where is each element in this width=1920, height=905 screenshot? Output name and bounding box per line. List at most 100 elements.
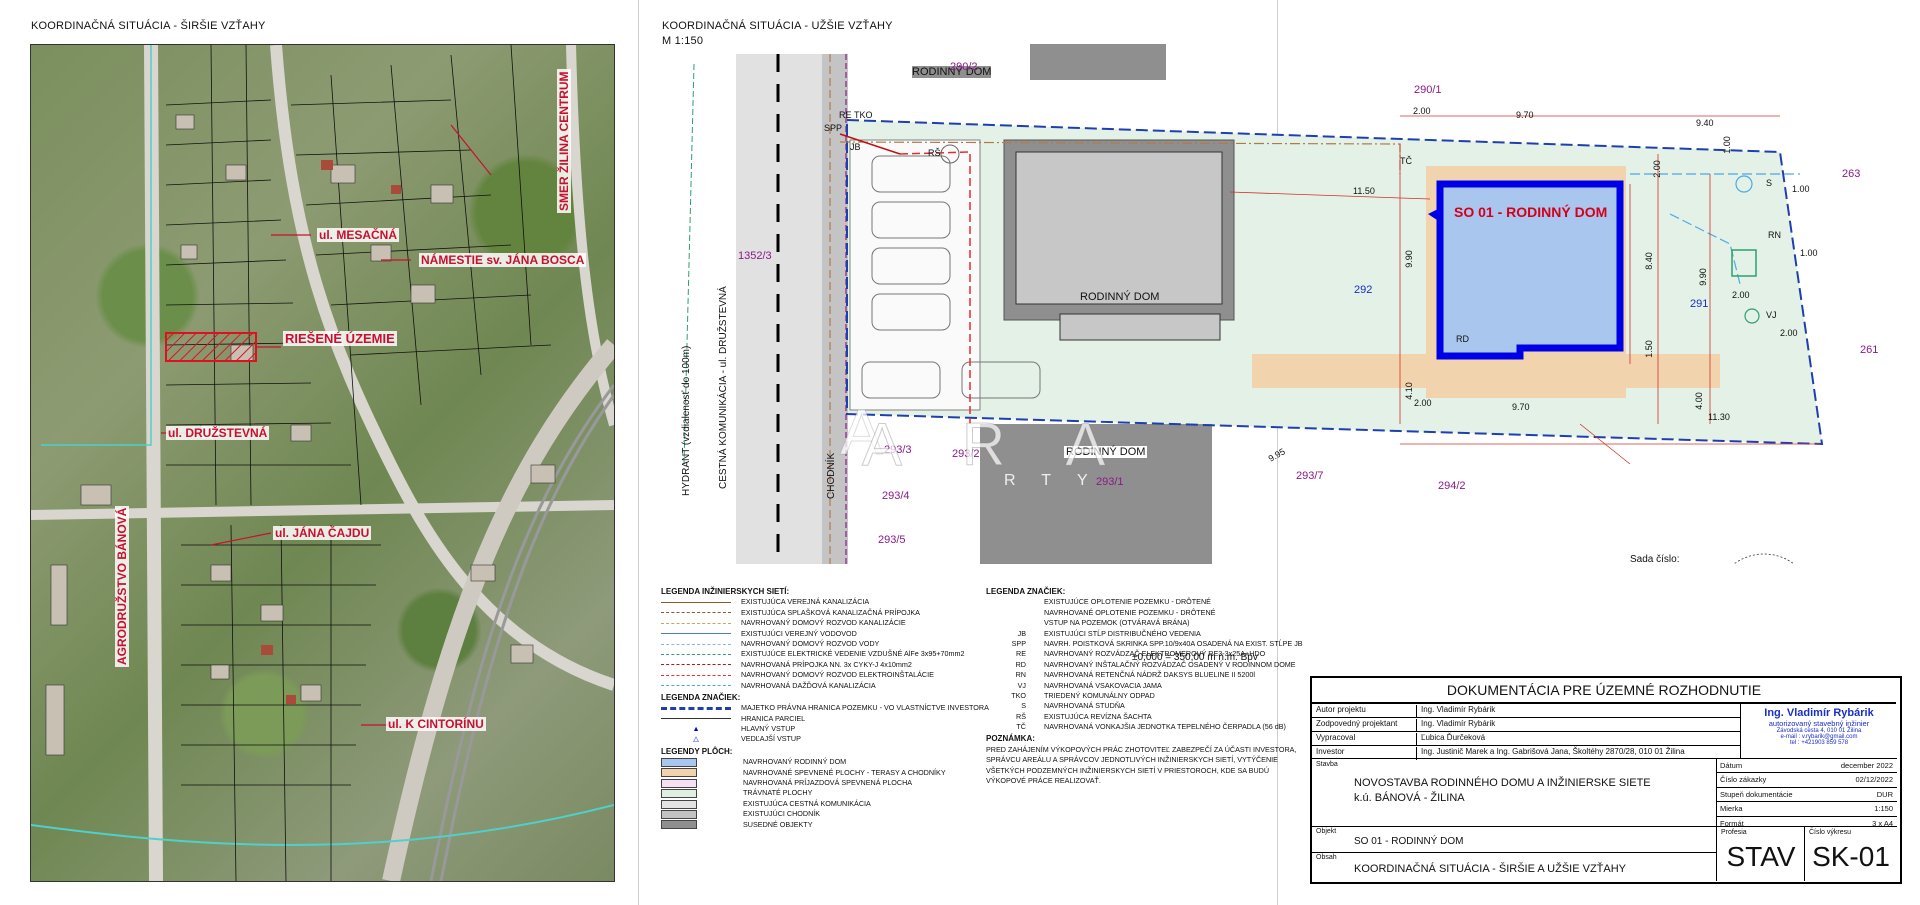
legend-sign-row: S NAVRHOVANÁ STUDŇA [986, 701, 1303, 711]
label-hydrant: HYDRANT (vzdialenosť do 100m) [681, 345, 692, 496]
info-value: december 2022 [1840, 761, 1893, 770]
wm-3: A [1065, 411, 1106, 479]
dim-200e: 2.00 [1732, 290, 1750, 300]
title-block-row: Zodpovedný projektant Ing. Vladimír Rybár… [1312, 718, 1740, 732]
dim-150: 1.50 [1643, 340, 1654, 358]
label-ul-mesacna: ul. MESAČNÁ [317, 228, 399, 242]
label-so01: SO 01 - RODINNÝ DOM [1454, 204, 1608, 220]
legend-sign-row: EXISTUJÚCE OPLOTENIE POZEMKU - DRÔTENÉ [986, 597, 1303, 607]
dim-200c: 2.00 [1414, 398, 1432, 408]
legend-network-row: NAVRHOVANÝ DOMOVÝ ROZVOD ELEKTROINŠTALÁC… [661, 670, 989, 680]
firm-box: Ing. Vladimír Rybárik autorizovaný stave… [1740, 704, 1897, 758]
dim-1130: 11.30 [1708, 412, 1730, 422]
legend-area-swatch [661, 809, 697, 819]
dim-970a: 9.70 [1516, 110, 1534, 120]
objekt-label: Objekt [1316, 828, 1337, 835]
stavba-line1: NOVOSTAVBA RODINNÉHO DOMU A INŽINIERSKE … [1354, 777, 1651, 789]
legend-sign-code: JB [1017, 628, 1026, 638]
legend-network-row: NAVRHOVANÁ PRÍPOJKA NN. 3x CYKY-J 4x10mm… [661, 660, 989, 670]
title-block-row-value: Ing. Vladimír Rybárik [1416, 705, 1495, 718]
note-title: POZNÁMKA: [986, 734, 1035, 744]
info-row: Mierka 1:150 [1717, 802, 1897, 817]
title-block-row-label: Vypracoval [1316, 733, 1356, 742]
stavba-line2: k.ú. BÁNOVÁ - ŽILINA [1354, 792, 1465, 804]
profesia-box: Profesia STAV [1716, 826, 1805, 881]
legend-sign-row: TKO TRIEDENÝ KOMUNÁLNY ODPAD [986, 691, 1303, 701]
label-agrodruzstvo: AGRODRUŽSTVO BÁNOVÁ [115, 505, 129, 667]
parcel-290-2: 290/2 [950, 61, 978, 73]
firm-tel: tel : +421903 859 578 [1789, 740, 1849, 746]
legend-sign-text: NAVRHOVANÝ INŠTALAČNÝ ROZVÁDZAČ OSADENÝ … [1044, 659, 1296, 669]
left-panel-title: KOORDINAČNÁ SITUÁCIA - ŠIRŠIE VZŤAHY [31, 20, 266, 32]
info-value: 1:150 [1874, 804, 1893, 814]
label-rs: RŠ [928, 148, 941, 158]
cislo-value: SK-01 [1812, 841, 1890, 872]
legend-network-text: EXISTUJÚCE ELEKTRICKÉ VEDENIE VZDUŠNÉ Al… [741, 649, 965, 659]
label-tc: TČ [1400, 156, 1412, 166]
label-road: CESTNÁ KOMUNIKÁCIA - ul. DRUŽSTEVNÁ [718, 286, 729, 489]
dim-200b: 2.00 [1651, 160, 1662, 178]
label-spp: SPP [824, 123, 843, 133]
title-block-row-label: Investor [1316, 747, 1345, 756]
label-rd-point: RD [1456, 334, 1469, 344]
legend-networks-title: LEGENDA INŽINIERSKYCH SIETÍ: [661, 587, 790, 596]
legend-line-swatch [661, 664, 731, 666]
profesia-value: STAV [1726, 841, 1796, 872]
info-label: Mierka [1720, 804, 1743, 814]
firm-role: autorizovaný stavebný inžinier [1768, 719, 1870, 728]
legend-area-swatch [661, 789, 697, 799]
legend-sign-code: S [1021, 701, 1026, 711]
dim-990a: 9.90 [1403, 250, 1414, 268]
legend-network-text: EXISTUJÚCI VEREJNÝ VODOVOD [741, 628, 857, 638]
legend-mark-text: HLAVNÝ VSTUP [741, 724, 796, 734]
legend-line-swatch [661, 612, 731, 614]
profesia-label: Profesia [1721, 829, 1747, 836]
wm-6: Y [1077, 472, 1114, 489]
parcel-293-4: 293/4 [882, 490, 910, 502]
label-ul-druzstevna: ul. DRUŽSTEVNÁ [166, 426, 270, 440]
stavba-label: Stavba [1316, 761, 1338, 768]
info-label: Dátum [1720, 761, 1743, 770]
legend-area-swatch [661, 778, 697, 788]
parcel-263: 263 [1842, 168, 1861, 180]
note-line: VÝKOPOVÉ PRÁCE REALIZOVAŤ. [986, 776, 1101, 786]
legend-area-swatch [661, 820, 697, 830]
legend-sign-row: RŠ EXISTUJÚCA REVÍZNA ŠACHTA [986, 712, 1303, 722]
legend-sign-text: NAVRHOVANÁ VONKAJŠIA JEDNOTKA TEPELNÉHO … [1044, 722, 1286, 732]
legend-area-swatch [661, 768, 697, 778]
obsah-label: Obsah [1316, 854, 1337, 861]
dim-100c: 1.00 [1800, 248, 1818, 258]
legend-sign-row: SPP NAVRH. POISTKOVÁ SKRINKA SPP.10/9x40A… [986, 639, 1303, 649]
dim-200d: 2.00 [1780, 328, 1798, 338]
legend-area-text: NAVRHOVANÁ PRÍJAZDOVÁ SPEVNENÁ PLOCHA [743, 778, 913, 788]
legend-sign-row: VSTUP NA POZEMOK (OTVÁRAVÁ BRÁNA) [986, 618, 1303, 628]
legend-marks-title: LEGENDA ZNAČIEK: [661, 692, 741, 702]
note-line: SPRÁVCU AREÁLU A SPRÁVCOV JEDNOTLIVÝCH I… [986, 755, 1278, 765]
dim-840: 8.40 [1643, 252, 1654, 270]
legend-sign-text: NAVRHOVANÁ RETENČNÁ NÁDRŽ DAKSYS BLUELIN… [1044, 670, 1256, 680]
title-block: DOKUMENTÁCIA PRE ÚZEMNÉ ROZHODNUTIE Auto… [1310, 676, 1902, 884]
label-vj: VJ [1766, 310, 1777, 320]
legend-network-row: EXISTUJÚCI VEREJNÝ VODOVOD [661, 629, 989, 639]
label-namestie: NÁMESTIE sv. JÁNA BOSCA [419, 253, 587, 267]
legend-network-row: EXISTUJÚCE ELEKTRICKÉ VEDENIE VZDUŠNÉ Al… [661, 649, 989, 659]
label-chodnik: CHODNÍK [826, 452, 837, 499]
info-row: Dátum december 2022 [1717, 759, 1897, 774]
parcel-294-2: 294/2 [1438, 480, 1466, 492]
dim-100a: 1.00 [1721, 136, 1732, 154]
label-ul-jana-cajdu: ul. JÁNA ČAJDU [273, 526, 372, 540]
legend-sign-text: NAVRH. POISTKOVÁ SKRINKA SPP.10/9x40A OS… [1044, 638, 1303, 648]
legend-sign-text: EXISTUJÚCA REVÍZNA ŠACHTA [1044, 711, 1152, 721]
wm-2: R [962, 411, 1006, 479]
firm-name: Ing. Vladimír Rybárik [1764, 707, 1874, 719]
objekt-box: Objekt SO 01 - RODINNÝ DOM [1312, 826, 1716, 853]
legend-area-text: EXISTUJÚCI CHODNÍK [743, 809, 821, 819]
dim-990b: 9.90 [1697, 268, 1708, 286]
legend-area-text: NAVRHOVANÉ SPEVNENÉ PLOCHY - TERASY A CH… [743, 767, 946, 777]
legend-line-swatch [661, 674, 731, 676]
title-block-heading: DOKUMENTÁCIA PRE ÚZEMNÉ ROZHODNUTIE [1312, 678, 1896, 704]
info-row: Stupeň dokumentácie DUR [1717, 788, 1897, 803]
legend-sign-code: RN [1015, 670, 1026, 680]
legend-sign-text: NAVRHOVANÁ STUDŇA [1044, 701, 1125, 711]
note-line: VŠETKÝCH PODZEMNÝCH INŽINIERSKYCH SIETÍ … [986, 765, 1270, 775]
